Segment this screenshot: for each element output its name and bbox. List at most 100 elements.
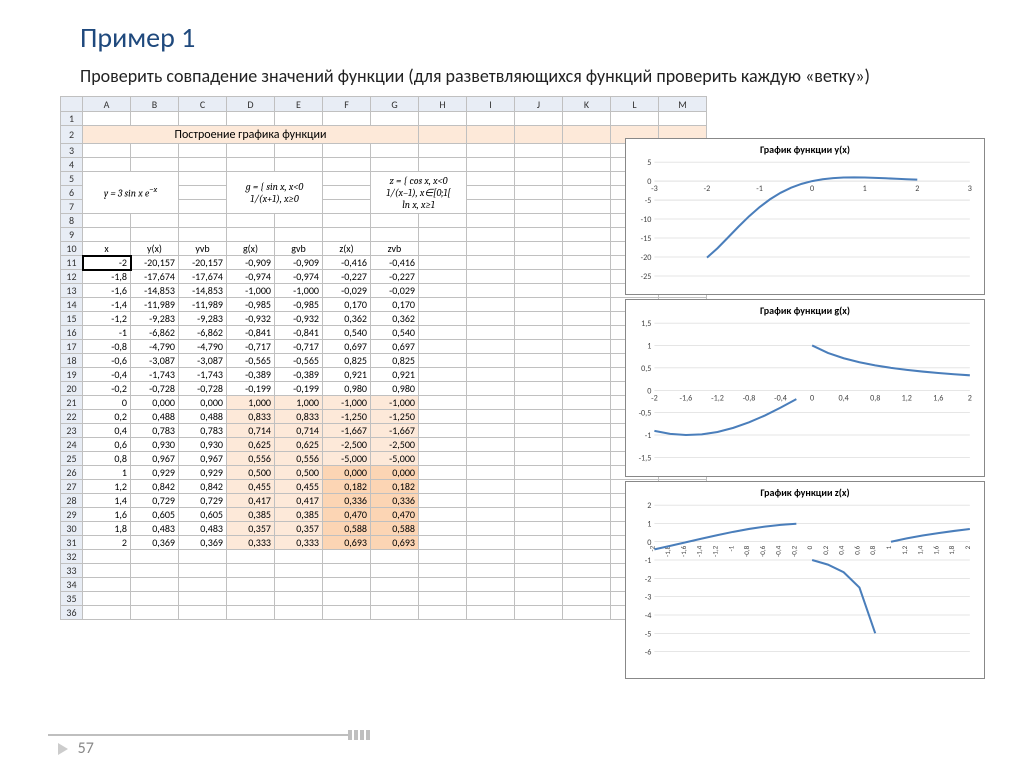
corner-cell[interactable] <box>61 97 83 112</box>
col-header-L[interactable]: L <box>611 97 659 112</box>
data-cell[interactable]: 0,500 <box>227 466 275 480</box>
cell[interactable] <box>371 578 419 592</box>
data-cell[interactable]: -1,743 <box>179 368 227 382</box>
cell[interactable] <box>563 326 611 340</box>
cell[interactable] <box>563 508 611 522</box>
cell[interactable] <box>467 424 515 438</box>
cell[interactable] <box>371 158 419 172</box>
cell[interactable] <box>131 592 179 606</box>
cell[interactable] <box>371 550 419 564</box>
data-cell[interactable]: -1,000 <box>275 284 323 298</box>
data-cell[interactable]: 0,967 <box>131 452 179 466</box>
cell[interactable] <box>515 340 563 354</box>
cell[interactable] <box>515 112 563 126</box>
data-cell[interactable]: -0,974 <box>275 270 323 284</box>
cell[interactable] <box>515 606 563 620</box>
cell[interactable] <box>515 466 563 480</box>
data-cell[interactable]: -1,667 <box>371 424 419 438</box>
table-title[interactable]: Построение графика функции <box>83 126 419 144</box>
cell[interactable] <box>563 126 611 144</box>
cell[interactable] <box>275 564 323 578</box>
data-cell[interactable]: -5,000 <box>371 452 419 466</box>
cell[interactable] <box>659 112 707 126</box>
cell[interactable] <box>563 606 611 620</box>
col-header-M[interactable]: M <box>659 97 707 112</box>
cell[interactable] <box>179 172 227 186</box>
data-cell[interactable]: -0,717 <box>227 340 275 354</box>
cell[interactable] <box>563 298 611 312</box>
cell[interactable] <box>467 494 515 508</box>
row-header-6[interactable]: 6 <box>61 186 83 200</box>
data-cell[interactable]: -14,853 <box>179 284 227 298</box>
row-header-23[interactable]: 23 <box>61 424 83 438</box>
data-cell[interactable]: -0,565 <box>227 354 275 368</box>
cell[interactable] <box>515 438 563 452</box>
cell[interactable] <box>515 424 563 438</box>
col-header-G[interactable]: G <box>371 97 419 112</box>
cell[interactable] <box>323 172 371 186</box>
data-cell[interactable]: 0,556 <box>227 452 275 466</box>
data-cell[interactable]: 0,625 <box>227 438 275 452</box>
data-cell[interactable]: -0,841 <box>227 326 275 340</box>
data-cell[interactable]: 0,362 <box>371 312 419 326</box>
cell[interactable] <box>179 578 227 592</box>
cell[interactable] <box>131 112 179 126</box>
cell[interactable] <box>563 312 611 326</box>
cell[interactable] <box>323 186 371 200</box>
data-cell[interactable]: -1,667 <box>323 424 371 438</box>
data-cell[interactable]: -9,283 <box>179 312 227 326</box>
cell[interactable] <box>323 228 371 242</box>
cell[interactable] <box>515 508 563 522</box>
data-header[interactable]: g(x) <box>227 242 275 256</box>
data-cell[interactable]: 0,369 <box>179 536 227 550</box>
cell[interactable] <box>467 466 515 480</box>
cell[interactable] <box>419 126 467 144</box>
cell[interactable] <box>467 480 515 494</box>
cell[interactable] <box>419 298 467 312</box>
data-cell[interactable]: 0,000 <box>323 466 371 480</box>
row-header-5[interactable]: 5 <box>61 172 83 186</box>
row-header-25[interactable]: 25 <box>61 452 83 466</box>
cell[interactable] <box>419 340 467 354</box>
row-header-27[interactable]: 27 <box>61 480 83 494</box>
col-header-K[interactable]: K <box>563 97 611 112</box>
row-header-13[interactable]: 13 <box>61 284 83 298</box>
cell[interactable] <box>419 270 467 284</box>
cell[interactable] <box>563 172 611 186</box>
data-cell[interactable]: -0,728 <box>131 382 179 396</box>
cell[interactable] <box>323 112 371 126</box>
cell[interactable] <box>611 112 659 126</box>
data-cell[interactable]: -4,790 <box>179 340 227 354</box>
data-cell[interactable]: 0,4 <box>83 424 131 438</box>
cell[interactable] <box>563 550 611 564</box>
cell[interactable] <box>323 606 371 620</box>
cell[interactable] <box>467 396 515 410</box>
row-header-7[interactable]: 7 <box>61 200 83 214</box>
data-cell[interactable]: 1,6 <box>83 508 131 522</box>
col-header-C[interactable]: C <box>179 97 227 112</box>
data-cell[interactable]: 0,417 <box>227 494 275 508</box>
cell[interactable] <box>563 494 611 508</box>
cell[interactable] <box>419 578 467 592</box>
data-cell[interactable]: -11,989 <box>179 298 227 312</box>
data-cell[interactable]: 0,540 <box>371 326 419 340</box>
data-cell[interactable]: 0,488 <box>179 410 227 424</box>
data-cell[interactable]: -0,974 <box>227 270 275 284</box>
data-cell[interactable]: -1,8 <box>83 270 131 284</box>
cell[interactable] <box>563 200 611 214</box>
data-cell[interactable]: 0,556 <box>275 452 323 466</box>
data-cell[interactable]: -0,227 <box>371 270 419 284</box>
cell[interactable] <box>275 606 323 620</box>
cell[interactable] <box>515 452 563 466</box>
data-cell[interactable]: -0,841 <box>275 326 323 340</box>
data-cell[interactable]: -1,250 <box>323 410 371 424</box>
cell[interactable] <box>275 578 323 592</box>
cell[interactable] <box>419 158 467 172</box>
cell[interactable] <box>563 522 611 536</box>
cell[interactable] <box>83 564 131 578</box>
data-cell[interactable]: 0,825 <box>323 354 371 368</box>
data-cell[interactable]: -0,416 <box>323 256 371 270</box>
data-cell[interactable]: 0,921 <box>323 368 371 382</box>
data-cell[interactable]: 0,783 <box>131 424 179 438</box>
data-cell[interactable]: -1,000 <box>323 396 371 410</box>
